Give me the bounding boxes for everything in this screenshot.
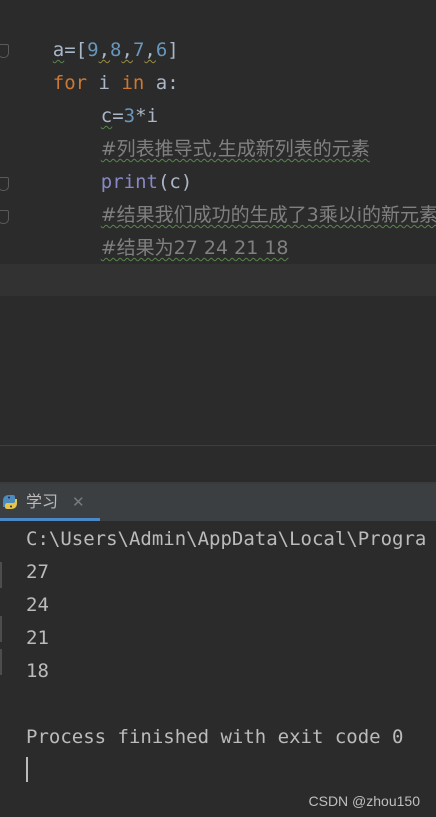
- code-line-1[interactable]: a=[9,8,7,6]: [0, 1, 179, 61]
- console-output-line: 21: [26, 627, 49, 649]
- console-output-line: Process finished with exit code 0: [26, 726, 404, 748]
- code-line-5[interactable]: print(c): [0, 133, 193, 193]
- console-output-line: 24: [26, 594, 49, 616]
- comment-text: #结果为27 24 21 18: [100, 237, 289, 259]
- python-icon: [3, 495, 17, 509]
- console-output-line: 18: [26, 660, 49, 682]
- code-line-4[interactable]: #列表推导式,生成新列表的元素: [0, 100, 370, 160]
- watermark: CSDN @zhou150: [308, 793, 421, 809]
- gutter-tick: [0, 649, 2, 675]
- run-tool-window-header: 学习 ✕: [0, 484, 436, 521]
- empty-strip: [0, 446, 436, 482]
- console-output-line: C:\Users\Admin\AppData\Local\Progra: [26, 528, 427, 550]
- code-editor[interactable]: a=[9,8,7,6] for i in a: c=3*i #列表推导式,生成新…: [0, 0, 436, 445]
- code-line-2[interactable]: for i in a:: [0, 34, 179, 94]
- code-line-6[interactable]: #结果我们成功的生成了3乘以i的新元素: [0, 166, 436, 226]
- gutter-tick: [0, 562, 2, 588]
- run-tab-label: 学习: [26, 492, 59, 511]
- code-line-7[interactable]: #结果为27 24 21 18: [0, 199, 289, 259]
- run-tab-xuexi[interactable]: 学习 ✕: [0, 484, 100, 521]
- text-caret: [26, 757, 28, 782]
- close-icon[interactable]: ✕: [72, 484, 85, 520]
- current-line-highlight: [0, 264, 436, 296]
- gutter-tick: [0, 616, 2, 642]
- code-line-3[interactable]: c=3*i: [0, 67, 158, 127]
- run-console[interactable]: C:\Users\Admin\AppData\Local\Progra 27 2…: [0, 521, 436, 817]
- console-output-line: 27: [26, 561, 49, 583]
